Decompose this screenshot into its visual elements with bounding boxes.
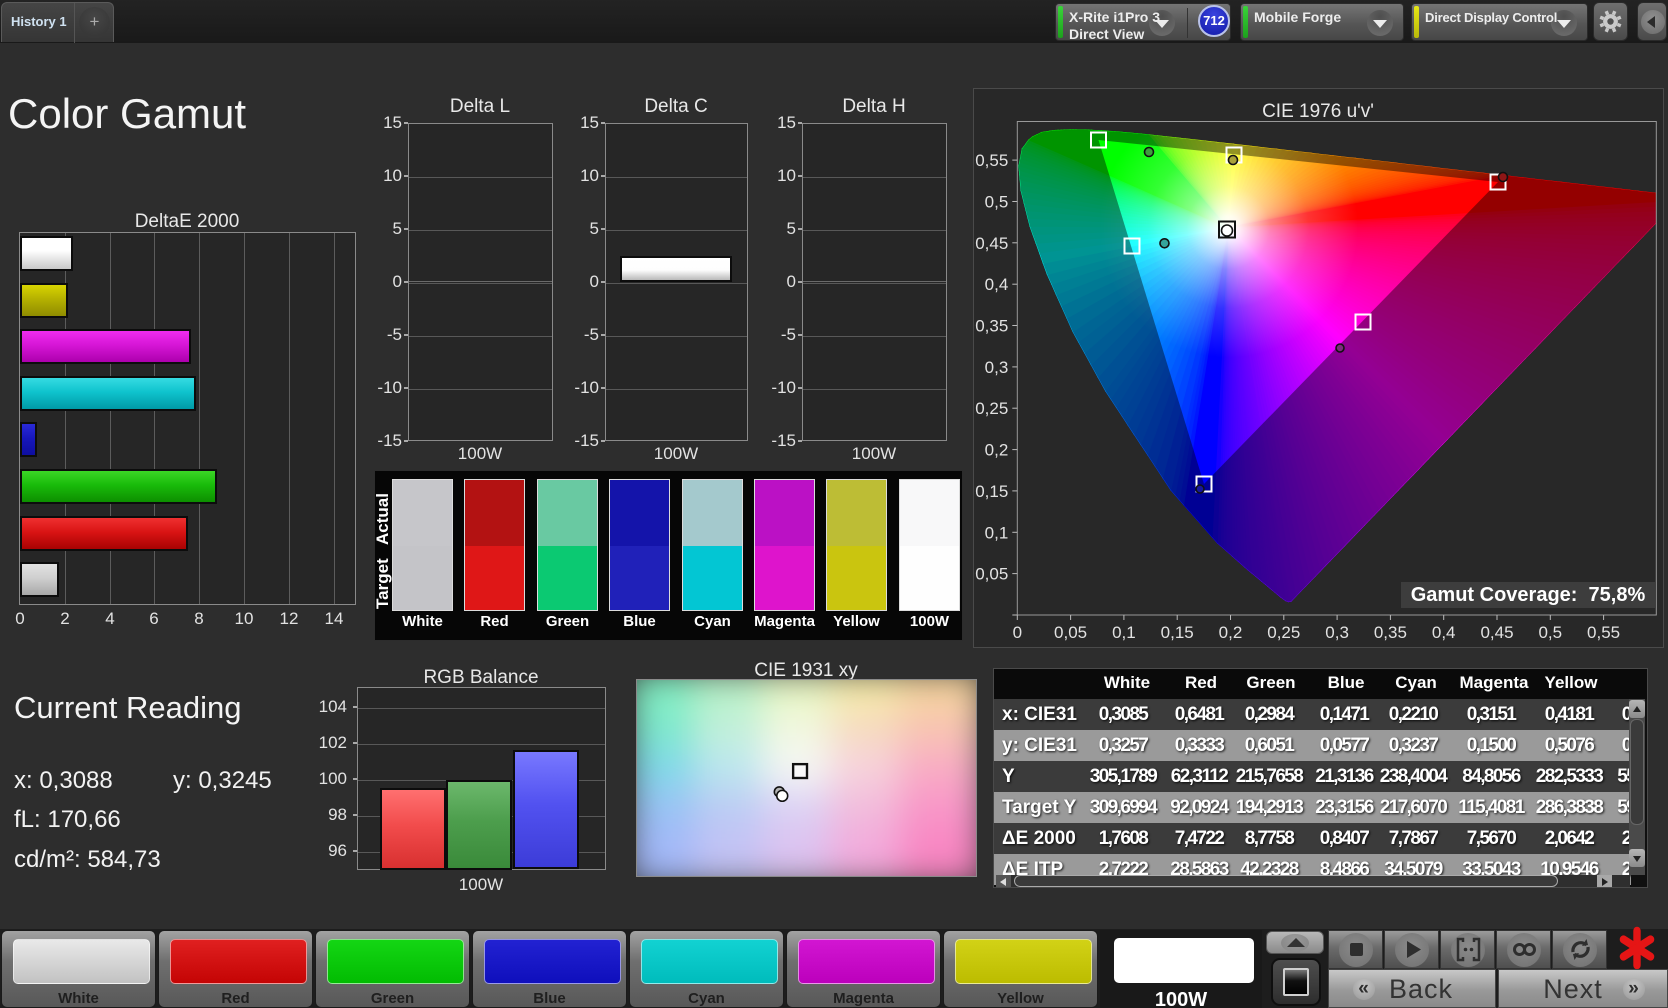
svg-text:0,05: 0,05 [975, 565, 1008, 584]
svg-text:0,35: 0,35 [1374, 623, 1407, 642]
svg-text:0,1: 0,1 [1112, 623, 1136, 642]
svg-text:0,25: 0,25 [1267, 623, 1300, 642]
svg-text:0,15: 0,15 [975, 482, 1008, 501]
svg-text:0,2: 0,2 [1219, 623, 1243, 642]
svg-text:0,55: 0,55 [975, 151, 1008, 170]
svg-text:0,5: 0,5 [985, 193, 1009, 212]
svg-text:0,3: 0,3 [1325, 623, 1349, 642]
svg-text:0,5: 0,5 [1538, 623, 1562, 642]
svg-text:0,15: 0,15 [1161, 623, 1194, 642]
svg-text:0,4: 0,4 [985, 275, 1009, 294]
svg-text:0,2: 0,2 [985, 441, 1009, 460]
svg-text:0,35: 0,35 [975, 317, 1008, 336]
svg-text:0,25: 0,25 [975, 399, 1008, 418]
svg-text:0,1: 0,1 [985, 523, 1009, 542]
svg-text:0,45: 0,45 [1480, 623, 1513, 642]
svg-text:0,4: 0,4 [1432, 623, 1456, 642]
svg-text:0,55: 0,55 [1587, 623, 1620, 642]
svg-text:0,45: 0,45 [975, 234, 1008, 253]
svg-text:0: 0 [1013, 623, 1022, 642]
svg-text:0,05: 0,05 [1054, 623, 1087, 642]
svg-text:0,3: 0,3 [985, 358, 1009, 377]
